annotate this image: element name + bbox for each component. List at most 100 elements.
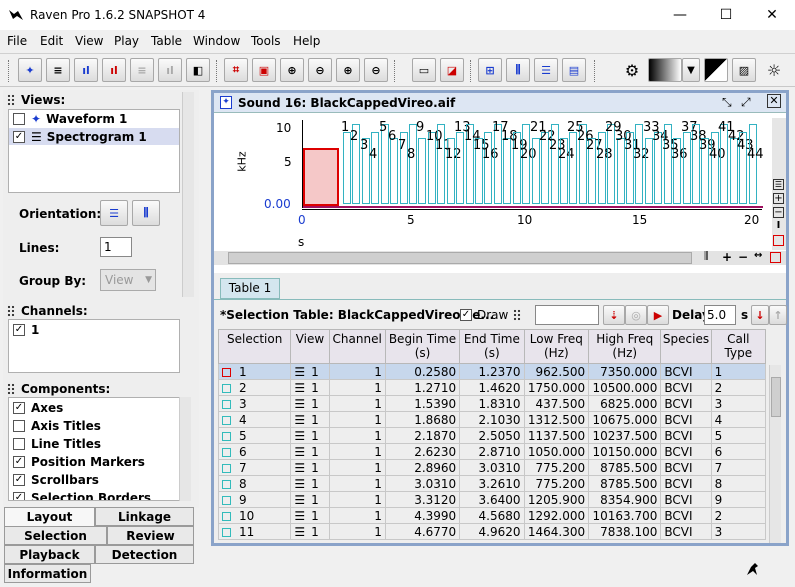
selection-box[interactable] [569,132,577,204]
brightness-icon[interactable]: ☼ [762,58,786,82]
selection-box[interactable] [551,124,559,204]
selection-box[interactable] [749,124,757,204]
column-header[interactable]: Call Type [710,329,767,364]
menu-play[interactable]: Play [114,34,139,48]
column-header[interactable]: Species [660,329,712,364]
column-header[interactable]: High Freq (Hz) [588,329,662,364]
column-header[interactable]: Selection [217,329,292,364]
channel-item[interactable]: ✓ 1 [13,321,39,338]
window-icon[interactable]: ▭ [412,58,436,82]
groupby-select[interactable]: View ▼ [100,269,156,291]
layout-stack-icon[interactable]: ▤ [562,58,586,82]
components-scrollbar[interactable] [179,397,191,501]
selection-box[interactable] [484,132,492,204]
previous-selection-icon[interactable]: ◎ [625,305,647,325]
zoom-out-icon[interactable]: − [738,250,748,264]
selection-box[interactable] [711,132,719,204]
selection-box[interactable] [720,124,728,204]
selection-box[interactable] [371,132,379,204]
checkbox[interactable]: ✓ [13,473,25,486]
component-scrollbars[interactable]: ✓ Scrollbars [13,471,99,488]
table-row[interactable]: 4 ☰ 1 1 1.8680 2.1030 1312.500 10675.000 BCVI 4 [217,411,767,428]
restore-icon[interactable]: ⤢ [741,95,751,110]
column-header[interactable]: View [290,329,330,364]
column-header[interactable]: Low Freq (Hz) [523,329,590,364]
tab-layout[interactable]: Layout [4,507,95,526]
maximize-button[interactable]: ☐ [703,0,749,30]
selection-box[interactable] [645,138,653,204]
selection-box[interactable] [503,138,511,204]
scroll-thumb[interactable] [228,252,692,264]
arrow-up-icon[interactable]: ↑ [769,305,787,325]
table-row[interactable]: 2 ☰ 1 1 1.2710 1.4620 1750.000 10500.000 BCVI 2 [217,379,767,396]
colormap-selector[interactable] [648,58,682,82]
spectrogram-icon[interactable]: ıl [74,58,98,82]
tab-playback[interactable]: Playback [4,545,95,564]
selection-marker-icon[interactable] [773,235,784,246]
table-row[interactable]: 6 ☰ 1 1 2.6230 2.8710 1050.000 10150.000 BCVI 6 [217,443,767,460]
lines-input[interactable]: 1 [100,237,132,257]
checkbox[interactable]: ✓ [13,401,25,414]
selection-box[interactable] [456,132,464,204]
column-header[interactable]: End Time (s) [459,329,525,364]
component-axes[interactable]: ✓ Axes [13,399,63,416]
spectrogram-plot[interactable]: 1 2 3 4 5 6 7 8 9 10 11 12 13 14 15 16 17 18 19 20 21 22 23 24 2… [302,120,764,208]
new-waveform-icon[interactable]: ✦ [18,58,42,82]
selection-box[interactable] [409,124,417,204]
table-row[interactable]: 1 ☰ 1 1 0.2580 1.2370 962.500 7350.000 BCVI 1 [217,363,767,380]
spectrum-icon[interactable]: ıl [102,58,126,82]
menu-window[interactable]: Window [193,34,240,48]
minimize-icon[interactable]: ⤡ [722,95,732,110]
tab-selection[interactable]: Selection [4,526,107,545]
menu-tools[interactable]: Tools [251,34,281,48]
component-axis-titles[interactable]: Axis Titles [13,417,101,434]
layout-grid-icon[interactable]: ☰ [773,179,784,190]
checkbox[interactable] [13,419,25,432]
layout-columns-icon[interactable]: ⫼ [506,58,530,82]
component-selection-borders[interactable]: ✓ Selection Borders [13,489,151,500]
column-header[interactable]: Begin Time (s) [384,329,461,364]
checkbox[interactable]: ✓ [13,455,25,468]
checkbox[interactable]: ✓ [13,323,25,336]
selection-box[interactable] [390,138,398,204]
menu-view[interactable]: View [75,34,103,48]
zoom-in-frequency-icon[interactable]: ⊕ [336,58,360,82]
table-row[interactable]: 8 ☰ 1 1 3.0310 3.2610 775.200 8785.500 BCVI 8 [217,475,767,492]
tab-review[interactable]: Review [107,526,194,545]
component-position-markers[interactable]: ✓ Position Markers [13,453,145,470]
table-row[interactable]: 9 ☰ 1 1 3.3120 3.6400 1205.900 8354.900 BCVI 9 [217,491,767,508]
selection-box[interactable] [437,124,445,204]
settings-gear-icon[interactable]: ⚙ [620,58,644,82]
table-row[interactable]: 11 ☰ 1 1 4.6770 4.9620 1464.300 7838.100 BCVI 3 [217,523,767,540]
view-item-waveform[interactable]: ✦ Waveform 1 [13,110,127,127]
search-input[interactable] [535,305,599,325]
table-row[interactable]: 5 ☰ 1 1 2.1870 2.5050 1137.500 10237.500 BCVI 5 [217,427,767,444]
tab-linkage[interactable]: Linkage [95,507,194,526]
active-selection[interactable] [303,148,339,206]
selection-box[interactable] [635,124,643,204]
zoom-in-icon[interactable]: + [722,250,732,264]
checkbox[interactable]: ✓ [13,491,25,500]
menu-help[interactable]: Help [293,34,320,48]
table-row[interactable]: 7 ☰ 1 1 2.8960 3.0310 775.200 8785.500 BCVI 7 [217,459,767,476]
zoom-out-icon[interactable]: ⊖ [308,58,332,82]
fit-vertical-icon[interactable]: I [773,221,784,232]
close-icon[interactable]: ✕ [767,94,781,108]
menu-table[interactable]: Table [151,34,182,48]
orientation-rows-button[interactable]: ☰ [100,200,128,226]
tab-information[interactable]: Information [4,564,91,583]
menu-edit[interactable]: Edit [40,34,63,48]
zoom-to-selection-icon[interactable]: ⌗ [224,58,248,82]
slice-icon[interactable]: ≡ [130,58,154,82]
zoom-out-icon[interactable]: − [773,207,784,218]
close-button[interactable]: ✕ [749,0,795,30]
layout-grid-icon[interactable]: ⊞ [478,58,502,82]
selection-marker-icon[interactable] [770,252,781,263]
gradient-icon[interactable]: ◧ [186,58,210,82]
checkbox[interactable] [13,437,25,450]
vertical-scrollbar[interactable]: ☰ + − I [772,118,786,250]
minimize-button[interactable]: — [657,0,703,30]
table-row[interactable]: 10 ☰ 1 1 4.3990 4.5680 1292.000 10163.700 BCVI 2 [217,507,767,524]
spectrogram-settings-icon[interactable]: ▨ [732,58,756,82]
play-selection-icon[interactable]: ▶ [647,305,669,325]
